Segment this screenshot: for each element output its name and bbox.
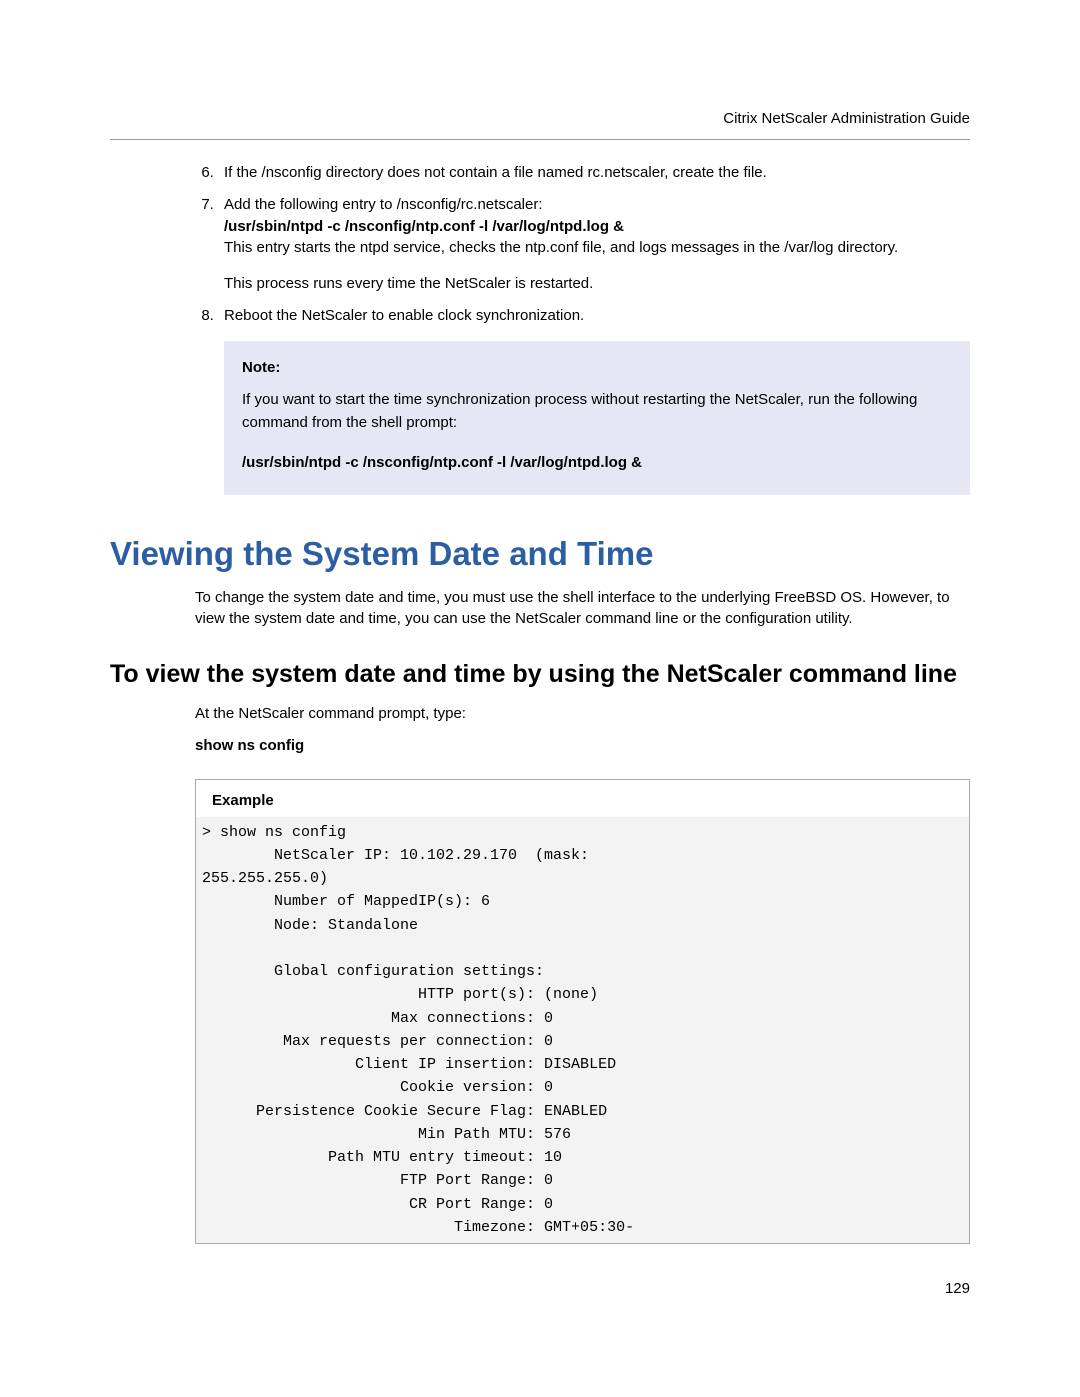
guide-title: Citrix NetScaler Administration Guide bbox=[723, 110, 970, 127]
page-header: Citrix NetScaler Administration Guide bbox=[110, 110, 970, 140]
subsection-heading: To view the system date and time by usin… bbox=[110, 660, 970, 689]
note-box: Note: If you want to start the time sync… bbox=[224, 341, 970, 495]
note-command: /usr/sbin/ntpd -c /nsconfig/ntp.conf -l … bbox=[242, 452, 952, 475]
step-7-intro: Add the following entry to /nsconfig/rc.… bbox=[224, 196, 543, 213]
example-output: > show ns config NetScaler IP: 10.102.29… bbox=[196, 817, 969, 1244]
page-number: 129 bbox=[110, 1280, 970, 1297]
document-page: Citrix NetScaler Administration Guide If… bbox=[0, 0, 1080, 1337]
note-label: Note: bbox=[242, 357, 952, 380]
section-intro: To change the system date and time, you … bbox=[195, 587, 970, 631]
procedure-steps: If the /nsconfig directory does not cont… bbox=[110, 162, 970, 495]
step-6-text: If the /nsconfig directory does not cont… bbox=[224, 164, 767, 181]
step-6: If the /nsconfig directory does not cont… bbox=[218, 162, 970, 184]
step-7-desc: This entry starts the ntpd service, chec… bbox=[224, 239, 898, 256]
step-7: Add the following entry to /nsconfig/rc.… bbox=[218, 194, 970, 295]
step-8-text: Reboot the NetScaler to enable clock syn… bbox=[224, 307, 584, 324]
section-heading: Viewing the System Date and Time bbox=[110, 535, 970, 573]
cli-command: show ns config bbox=[195, 735, 970, 757]
step-8: Reboot the NetScaler to enable clock syn… bbox=[218, 305, 970, 495]
step-7-note: This process runs every time the NetScal… bbox=[224, 275, 593, 292]
step-7-command: /usr/sbin/ntpd -c /nsconfig/ntp.conf -l … bbox=[224, 218, 624, 235]
prompt-text: At the NetScaler command prompt, type: bbox=[195, 703, 970, 725]
note-body: If you want to start the time synchroniz… bbox=[242, 389, 952, 434]
example-block: Example > show ns config NetScaler IP: 1… bbox=[195, 779, 970, 1245]
example-title: Example bbox=[212, 792, 953, 809]
